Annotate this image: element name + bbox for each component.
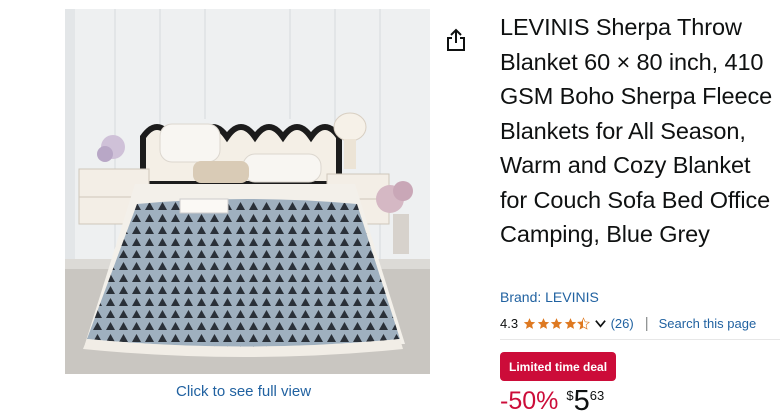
search-this-page-link[interactable]: Search this page: [659, 316, 757, 331]
star-full-icon: [537, 317, 549, 329]
star-half-icon: [577, 316, 591, 330]
star-full-icon: [550, 317, 563, 329]
divider-line: [500, 339, 780, 340]
deal-badge: Limited time deal: [500, 352, 617, 381]
product-image[interactable]: [65, 9, 430, 374]
star-full-icon: [523, 317, 536, 329]
chevron-down-icon[interactable]: [594, 317, 607, 330]
brand-link[interactable]: Brand: LEVINIS: [500, 289, 599, 305]
full-view-link[interactable]: Click to see full view: [176, 383, 311, 400]
divider: |: [644, 314, 649, 332]
ratings-count-link[interactable]: (26): [611, 316, 634, 331]
star-rating[interactable]: [523, 316, 591, 330]
rating-value: 4.3: [500, 315, 519, 331]
star-full-icon: [564, 317, 576, 329]
product-title: LEVINIS Sherpa Throw Blanket 60 × 80 inc…: [500, 14, 773, 247]
price-currency: $: [566, 388, 574, 403]
price-fraction: 63: [589, 388, 605, 403]
share-icon[interactable]: [445, 27, 467, 53]
rating-row: 4.3 (26) | Search this page: [500, 314, 756, 332]
